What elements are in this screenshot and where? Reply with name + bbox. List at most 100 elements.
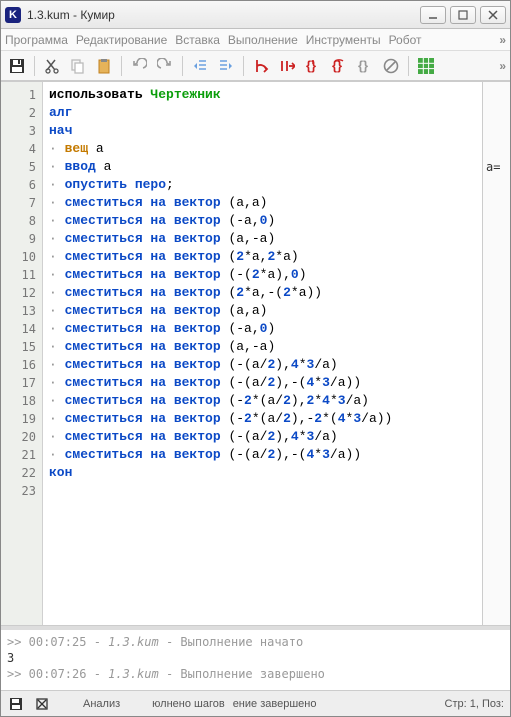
step-into-button[interactable]: {}: [301, 54, 325, 78]
svg-text:{}: {}: [306, 58, 316, 73]
status-steps: юлнено шагов: [152, 698, 225, 710]
code-line[interactable]: [49, 482, 476, 500]
indent-right-button[interactable]: [214, 54, 238, 78]
line-number: 13: [1, 302, 42, 320]
output-console[interactable]: >> 00:07:25 - 1.3.kum - Выполнение начат…: [1, 626, 510, 690]
menu-tools[interactable]: Инструменты: [306, 33, 381, 47]
code-line[interactable]: · сместиться на вектор (-(a/2),4*3/a): [49, 428, 476, 446]
variables-pane: a=: [482, 82, 510, 625]
line-number: 23: [1, 482, 42, 500]
toolbar-overflow-icon[interactable]: »: [499, 59, 506, 73]
code-line[interactable]: нач: [49, 122, 476, 140]
copy-button[interactable]: [66, 54, 90, 78]
status-clear-icon[interactable]: [33, 695, 51, 713]
line-number: 6: [1, 176, 42, 194]
menu-robot[interactable]: Робот: [389, 33, 422, 47]
variable-a: a=: [486, 160, 510, 174]
separator: [408, 56, 409, 76]
code-line[interactable]: · сместиться на вектор (2*a,2*a): [49, 248, 476, 266]
menu-run[interactable]: Выполнение: [228, 33, 298, 47]
undo-button[interactable]: [127, 54, 151, 78]
line-number: 19: [1, 410, 42, 428]
separator: [34, 56, 35, 76]
line-number: 20: [1, 428, 42, 446]
run-button[interactable]: [249, 54, 273, 78]
code-line[interactable]: · сместиться на вектор (-a,0): [49, 212, 476, 230]
status-position: Стр: 1, Поз:: [445, 698, 504, 710]
svg-text:{}: {}: [358, 58, 368, 73]
console-line: >> 00:07:25 - 1.3.kum - Выполнение начат…: [7, 634, 504, 650]
line-number: 9: [1, 230, 42, 248]
menu-insert[interactable]: Вставка: [175, 33, 220, 47]
code-line[interactable]: · сместиться на вектор (-(a/2),-(4*3/a)): [49, 446, 476, 464]
code-line[interactable]: · сместиться на вектор (a,-a): [49, 230, 476, 248]
code-line[interactable]: · сместиться на вектор (a,a): [49, 194, 476, 212]
code-line[interactable]: использовать Чертежник: [49, 86, 476, 104]
menu-program[interactable]: Программа: [5, 33, 68, 47]
code-line[interactable]: · сместиться на вектор (2*a,-(2*a)): [49, 284, 476, 302]
line-number: 21: [1, 446, 42, 464]
grid-button[interactable]: [414, 54, 438, 78]
console-line: >> 00:07:26 - 1.3.kum - Выполнение завер…: [7, 666, 504, 682]
indent-left-button[interactable]: [188, 54, 212, 78]
menubar: Программа Редактирование Вставка Выполне…: [1, 29, 510, 51]
redo-button[interactable]: [153, 54, 177, 78]
code-line[interactable]: · вещ a: [49, 140, 476, 158]
line-number: 4: [1, 140, 42, 158]
code-line[interactable]: · сместиться на вектор (-2*(a/2),-2*(4*3…: [49, 410, 476, 428]
code-line[interactable]: · сместиться на вектор (-(a/2),-(4*3/a)): [49, 374, 476, 392]
line-number: 15: [1, 338, 42, 356]
code-line[interactable]: · сместиться на вектор (-2*(a/2),2*4*3/a…: [49, 392, 476, 410]
code-line[interactable]: · опустить перо;: [49, 176, 476, 194]
code-line[interactable]: · сместиться на вектор (a,-a): [49, 338, 476, 356]
window-title: 1.3.kum - Кумир: [27, 8, 416, 22]
line-number: 11: [1, 266, 42, 284]
save-button[interactable]: [5, 54, 29, 78]
line-number: 22: [1, 464, 42, 482]
code-line[interactable]: алг: [49, 104, 476, 122]
cut-button[interactable]: [40, 54, 64, 78]
line-number: 2: [1, 104, 42, 122]
paste-button[interactable]: [92, 54, 116, 78]
code-line[interactable]: · ввод a: [49, 158, 476, 176]
status-save-icon[interactable]: [7, 695, 25, 713]
line-number: 12: [1, 284, 42, 302]
code-line[interactable]: · сместиться на вектор (-a,0): [49, 320, 476, 338]
line-number: 17: [1, 374, 42, 392]
editor-area: 1234567891011121314151617181920212223 ис…: [1, 81, 510, 626]
line-gutter: 1234567891011121314151617181920212223: [1, 82, 43, 625]
console-line: 3: [7, 650, 504, 666]
stop-button[interactable]: [379, 54, 403, 78]
line-number: 10: [1, 248, 42, 266]
toolbar: {} {} {} »: [1, 51, 510, 81]
step-button[interactable]: [275, 54, 299, 78]
menu-overflow-icon[interactable]: »: [499, 33, 506, 47]
minimize-button[interactable]: [420, 6, 446, 24]
line-number: 8: [1, 212, 42, 230]
line-number: 3: [1, 122, 42, 140]
line-number: 18: [1, 392, 42, 410]
separator: [121, 56, 122, 76]
close-button[interactable]: [480, 6, 506, 24]
step-out-button[interactable]: {}: [353, 54, 377, 78]
code-line[interactable]: кон: [49, 464, 476, 482]
code-line[interactable]: · сместиться на вектор (a,a): [49, 302, 476, 320]
titlebar: K 1.3.kum - Кумир: [1, 1, 510, 29]
maximize-button[interactable]: [450, 6, 476, 24]
code-line[interactable]: · сместиться на вектор (-(a/2),4*3/a): [49, 356, 476, 374]
status-done: ение завершено: [233, 698, 317, 710]
step-over-button[interactable]: {}: [327, 54, 351, 78]
status-analysis: Анализ: [83, 698, 120, 710]
line-number: 16: [1, 356, 42, 374]
code-line[interactable]: · сместиться на вектор (-(2*a),0): [49, 266, 476, 284]
line-number: 14: [1, 320, 42, 338]
line-number: 7: [1, 194, 42, 212]
app-icon: K: [5, 7, 21, 23]
code-editor[interactable]: использовать Чертежникалгнач· вещ a· вво…: [43, 82, 482, 625]
statusbar: Анализ юлнено шагов ение завершено Стр: …: [1, 690, 510, 716]
separator: [243, 56, 244, 76]
separator: [182, 56, 183, 76]
line-number: 1: [1, 86, 42, 104]
line-number: 5: [1, 158, 42, 176]
menu-edit[interactable]: Редактирование: [76, 33, 167, 47]
